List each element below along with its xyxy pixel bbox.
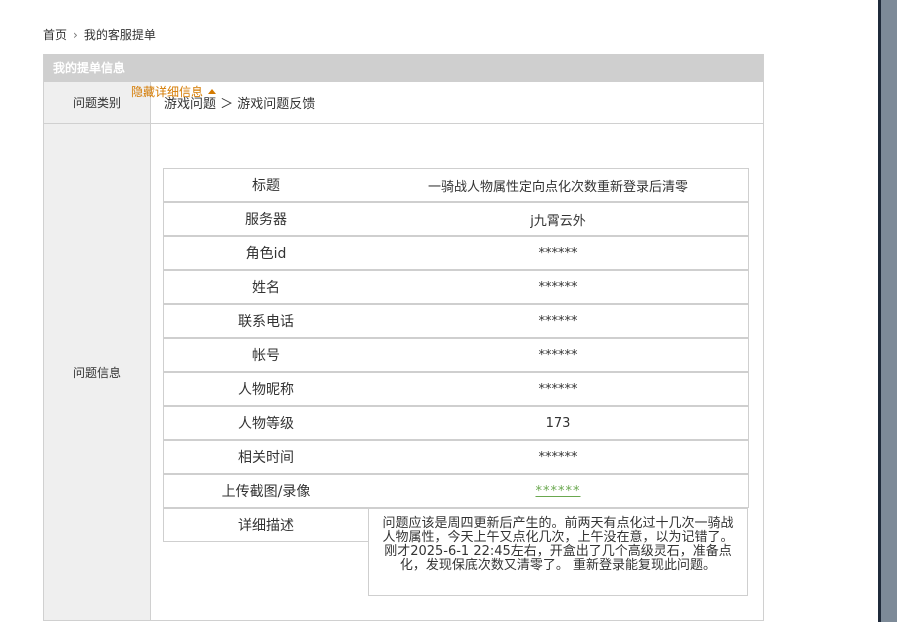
breadcrumb-home-link[interactable]: 首页 <box>43 26 67 43</box>
detail-value: 一骑战人物属性定向点化次数重新登录后清零 <box>368 168 749 202</box>
details-table: 标题 一骑战人物属性定向点化次数重新登录后清零 服务器 j九霄云外 角色id *… <box>163 168 749 600</box>
detail-label: 人物昵称 <box>163 372 369 406</box>
detail-row: 姓名 ****** <box>163 270 749 304</box>
detail-label: 上传截图/录像 <box>163 474 369 508</box>
toggle-label: 隐藏详细信息 <box>131 85 204 99</box>
info-label: 问题信息 <box>44 124 151 620</box>
detail-row: 人物昵称 ****** <box>163 372 749 406</box>
detail-label: 相关时间 <box>163 440 369 474</box>
panel-title: 我的提单信息 <box>44 54 763 82</box>
detail-value: ****** <box>368 236 749 270</box>
hide-details-toggle[interactable]: 隐藏详细信息 <box>131 83 217 100</box>
breadcrumb: 首页 › 我的客服提单 <box>43 26 156 43</box>
detail-value: ****** <box>368 270 749 304</box>
detail-label: 详细描述 <box>163 508 369 542</box>
detail-label: 人物等级 <box>163 406 369 440</box>
caret-up-icon <box>208 89 217 94</box>
detail-value: 173 <box>368 406 749 440</box>
breadcrumb-current: 我的客服提单 <box>83 28 156 42</box>
detail-label: 帐号 <box>163 338 369 372</box>
detail-row: 联系电话 ****** <box>163 304 749 338</box>
detail-row-description: 详细描述 问题应该是周四更新后产生的。前两天有点化过十几次一骑战人物属性，今天上… <box>163 508 749 600</box>
detail-row: 标题 一骑战人物属性定向点化次数重新登录后清零 <box>163 168 749 202</box>
detail-row: 服务器 j九霄云外 <box>163 202 749 236</box>
detail-label: 姓名 <box>163 270 369 304</box>
detail-value: j九霄云外 <box>368 202 749 236</box>
detail-value: ****** <box>368 304 749 338</box>
detail-value: ****** <box>368 440 749 474</box>
detail-value: ****** <box>368 372 749 406</box>
detail-row: 上传截图/录像 ****** <box>163 474 749 508</box>
detail-row: 相关时间 ****** <box>163 440 749 474</box>
detail-label: 角色id <box>163 236 369 270</box>
window-edge <box>878 0 897 622</box>
detail-label: 联系电话 <box>163 304 369 338</box>
detail-label: 服务器 <box>163 202 369 236</box>
attachment-link[interactable]: ****** <box>368 474 749 508</box>
detail-row: 角色id ****** <box>163 236 749 270</box>
detail-row: 人物等级 173 <box>163 406 749 440</box>
detail-value: ****** <box>368 338 749 372</box>
detail-row: 帐号 ****** <box>163 338 749 372</box>
chevron-right-icon: › <box>73 27 78 42</box>
description-text: 问题应该是周四更新后产生的。前两天有点化过十几次一骑战人物属性，今天上午又点化几… <box>368 508 748 596</box>
detail-label: 标题 <box>163 168 369 202</box>
